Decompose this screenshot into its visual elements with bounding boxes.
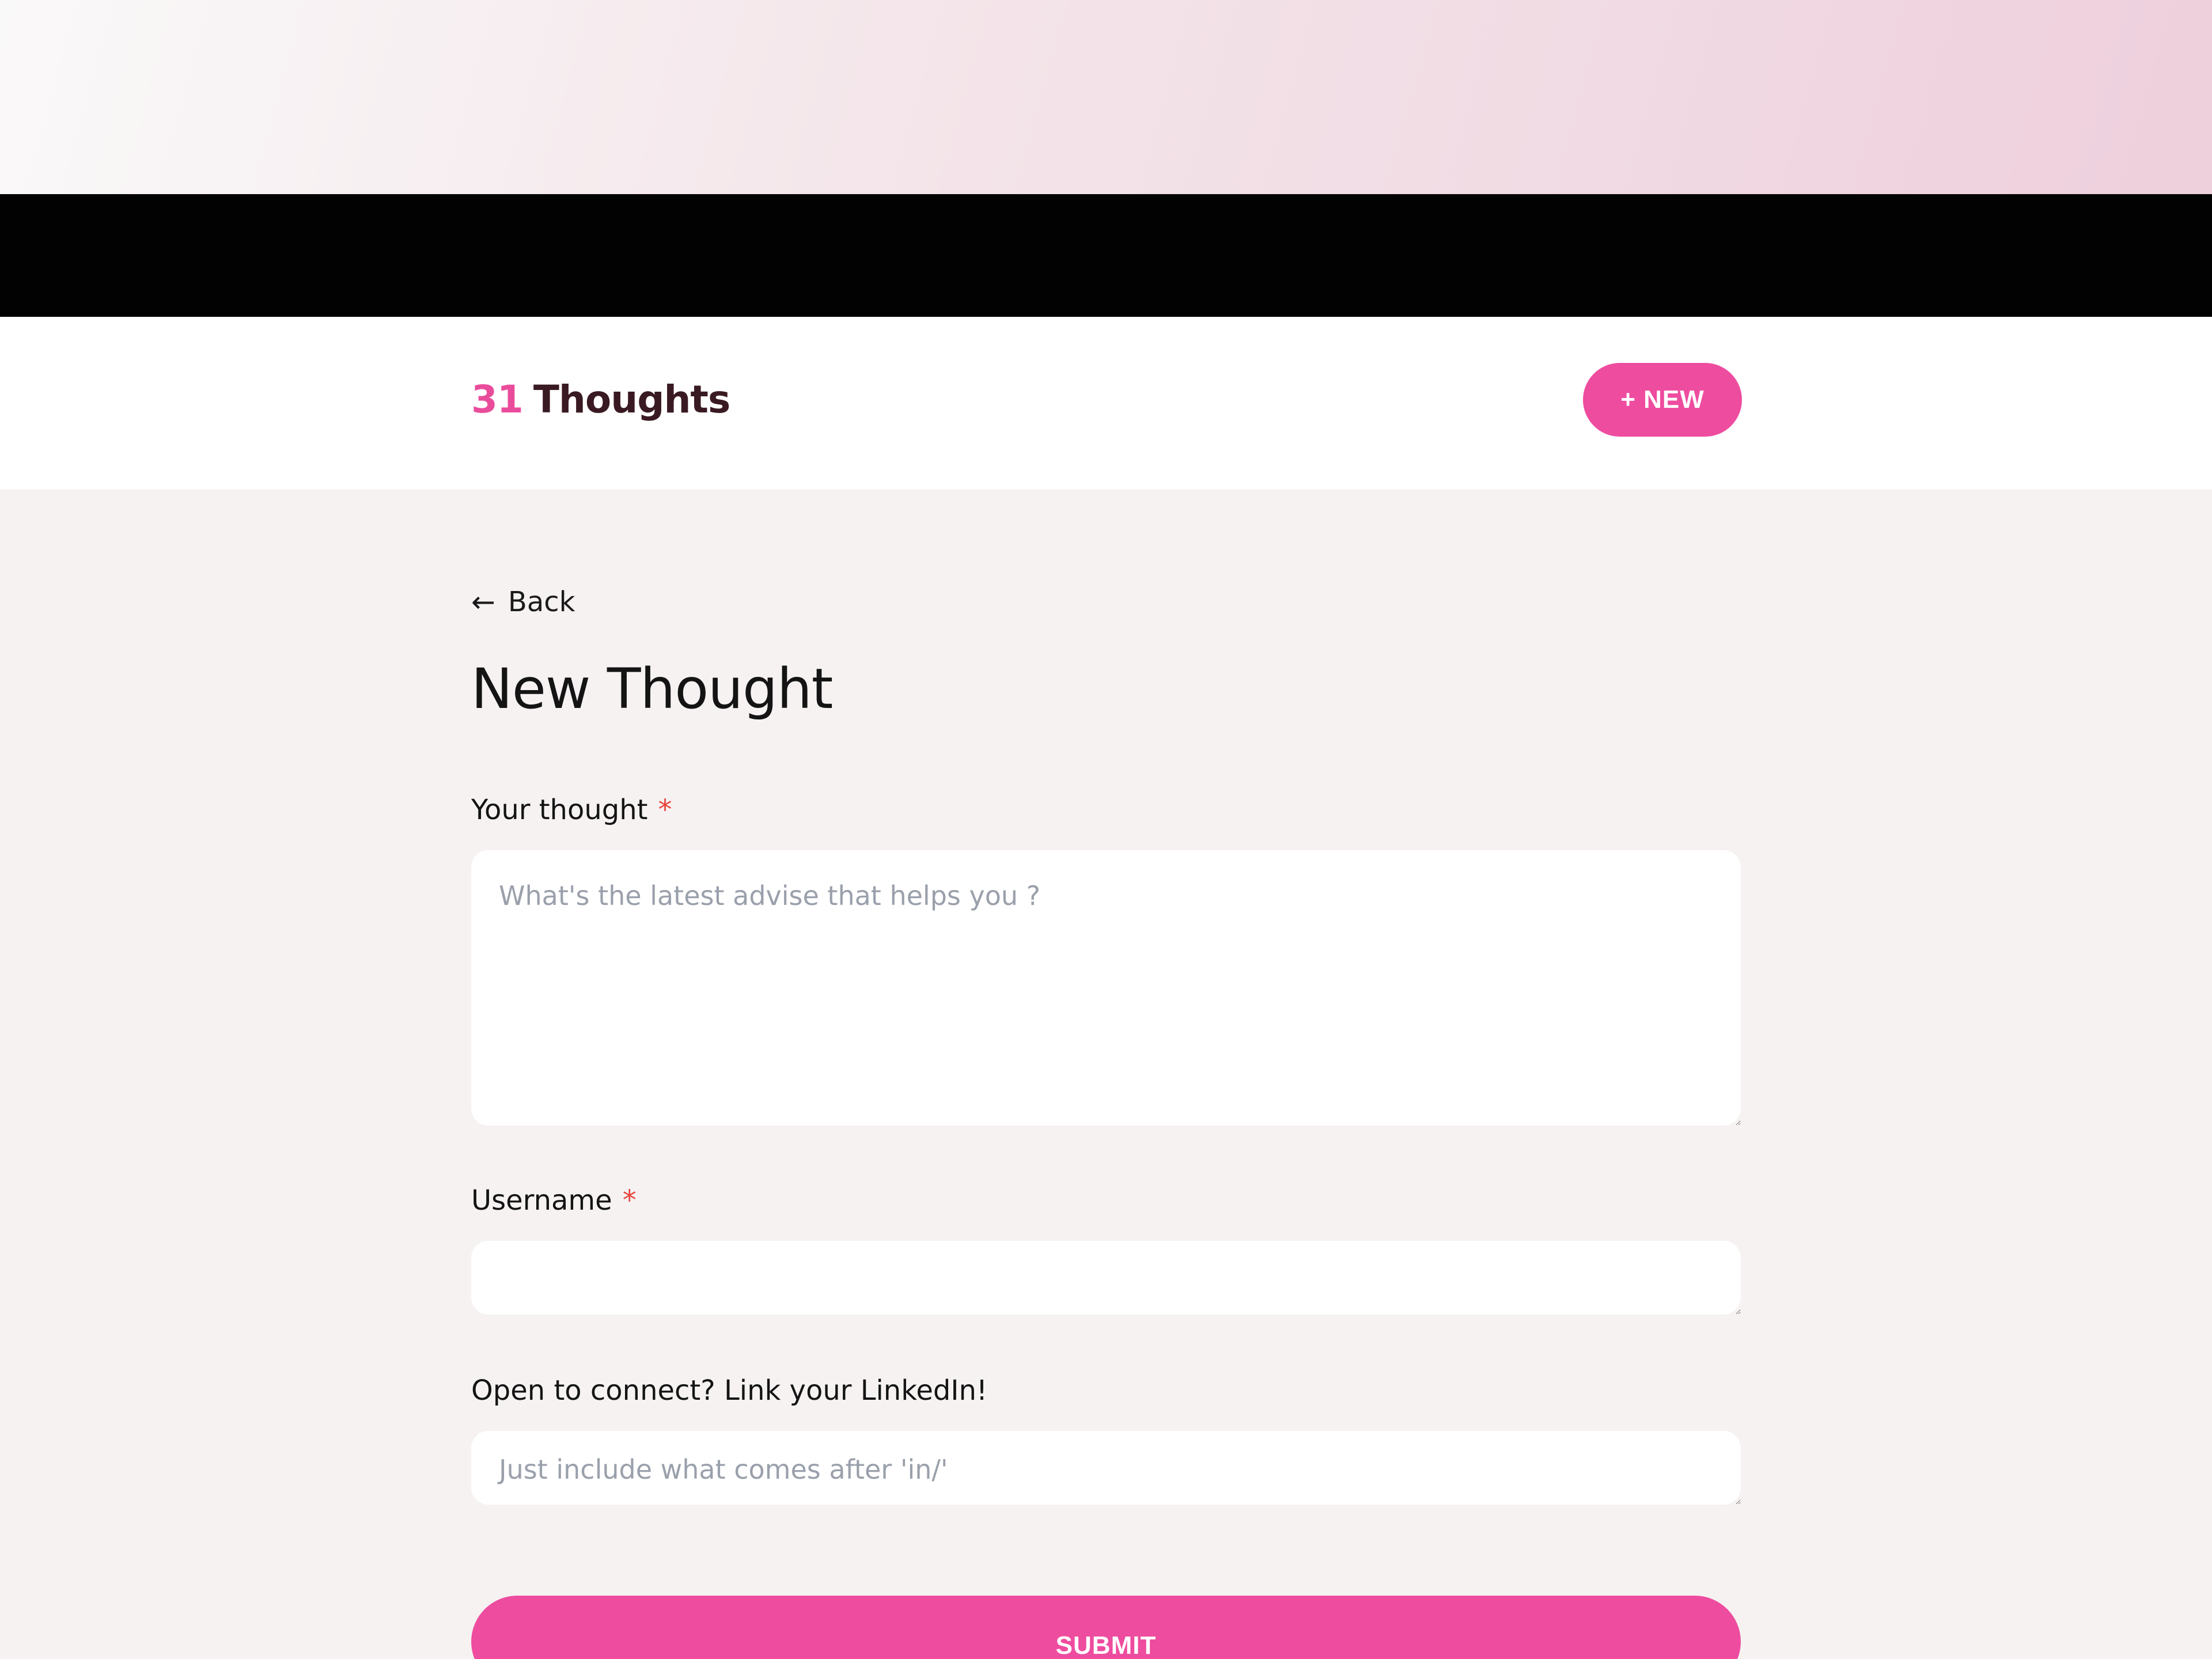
device-bezel-top (0, 0, 2212, 194)
device-notch-bar (0, 194, 2212, 448)
back-link[interactable]: ← Back (471, 582, 575, 622)
username-label-text: Username (471, 1184, 612, 1217)
username-label: Username * (471, 1184, 637, 1217)
logo-number: 31 (471, 377, 524, 422)
thought-textarea[interactable] (471, 850, 1741, 1126)
linkedin-label-text: Open to connect? Link your LinkedIn! (471, 1374, 988, 1407)
site-logo[interactable]: 31 Thoughts (471, 373, 730, 425)
thought-label: Your thought * (471, 794, 672, 826)
required-marker: * (658, 794, 672, 826)
required-marker: * (622, 1184, 637, 1217)
linkedin-label: Open to connect? Link your LinkedIn! (471, 1374, 987, 1407)
page-title: New Thought (471, 657, 833, 721)
linkedin-field[interactable] (471, 1431, 1741, 1505)
arrow-left-icon: ← (471, 585, 495, 619)
thought-label-text: Your thought (471, 794, 648, 826)
logo-word: Thoughts (533, 377, 730, 422)
username-field[interactable] (471, 1241, 1741, 1315)
new-thought-button[interactable]: + NEW (1583, 363, 1742, 437)
submit-button[interactable]: SUBMIT (471, 1596, 1741, 1659)
back-label: Back (507, 586, 575, 618)
site-header (0, 317, 2212, 490)
